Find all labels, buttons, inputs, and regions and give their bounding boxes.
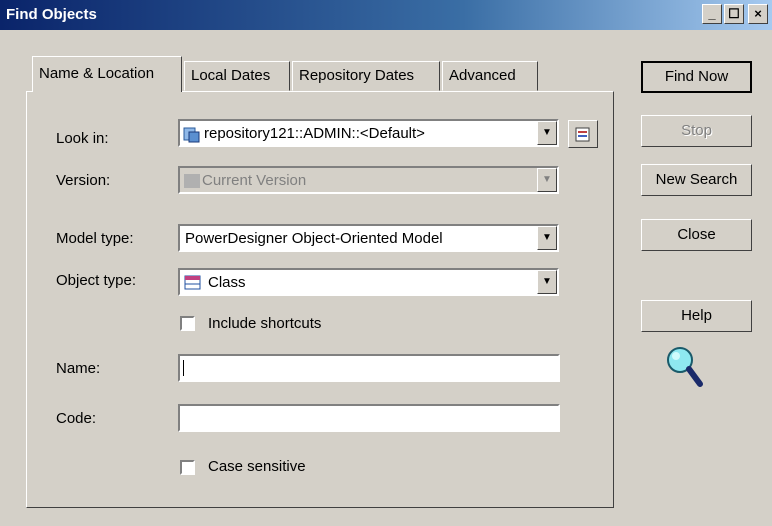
look-in-value: repository121::ADMIN::<Default> <box>204 125 425 142</box>
name-label: Name: <box>56 360 101 377</box>
text-caret <box>183 360 184 376</box>
object-type-label: Object type: <box>56 272 137 289</box>
magnifier-icon <box>667 347 703 387</box>
version-value: Current Version <box>202 172 307 189</box>
case-sensitive-checkbox[interactable] <box>180 460 195 475</box>
browse-button[interactable] <box>568 120 598 148</box>
version-label: Version: <box>56 172 111 189</box>
look-in-label: Look in: <box>56 130 109 147</box>
code-label: Code: <box>56 410 97 427</box>
tab-panel <box>26 91 614 508</box>
find-now-button[interactable]: Find Now <box>641 61 752 93</box>
model-type-value: PowerDesigner Object-Oriented Model <box>185 230 443 247</box>
object-type-dropdown-arrow[interactable]: ▼ <box>537 270 557 294</box>
repository-icon <box>183 127 200 143</box>
include-shortcuts-checkbox[interactable] <box>180 316 195 331</box>
model-type-dropdown-arrow[interactable]: ▼ <box>537 226 557 250</box>
minimize-button[interactable]: _ <box>702 4 722 24</box>
code-input[interactable] <box>178 404 560 432</box>
title-bar: Find Objects _ ☐ × <box>0 0 772 30</box>
tab-advanced[interactable]: Advanced <box>442 61 538 91</box>
version-combo[interactable]: Current Version ▼ <box>178 166 559 194</box>
tab-local-dates[interactable]: Local Dates <box>184 61 290 91</box>
stop-button[interactable]: Stop <box>641 115 752 147</box>
close-window-button[interactable]: × <box>748 4 768 24</box>
maximize-button[interactable]: ☐ <box>724 4 744 24</box>
properties-icon <box>575 127 590 142</box>
window-title: Find Objects <box>6 6 97 23</box>
version-dropdown-arrow[interactable]: ▼ <box>537 168 557 192</box>
tab-repository-dates[interactable]: Repository Dates <box>292 61 440 91</box>
class-icon <box>184 275 201 290</box>
object-type-value: Class <box>208 274 246 291</box>
model-type-combo[interactable]: PowerDesigner Object-Oriented Model ▼ <box>178 224 559 252</box>
help-button[interactable]: Help <box>641 300 752 332</box>
look-in-combo[interactable]: repository121::ADMIN::<Default> ▼ <box>178 119 559 147</box>
look-in-dropdown-arrow[interactable]: ▼ <box>537 121 557 145</box>
tab-name-location[interactable]: Name & Location <box>32 56 182 92</box>
object-type-combo[interactable]: Class ▼ <box>178 268 559 296</box>
new-search-button[interactable]: New Search <box>641 164 752 196</box>
version-icon <box>184 174 200 188</box>
name-input[interactable] <box>178 354 560 382</box>
model-type-label: Model type: <box>56 230 134 247</box>
case-sensitive-label: Case sensitive <box>208 458 306 475</box>
include-shortcuts-label: Include shortcuts <box>208 315 322 332</box>
close-button[interactable]: Close <box>641 219 752 251</box>
